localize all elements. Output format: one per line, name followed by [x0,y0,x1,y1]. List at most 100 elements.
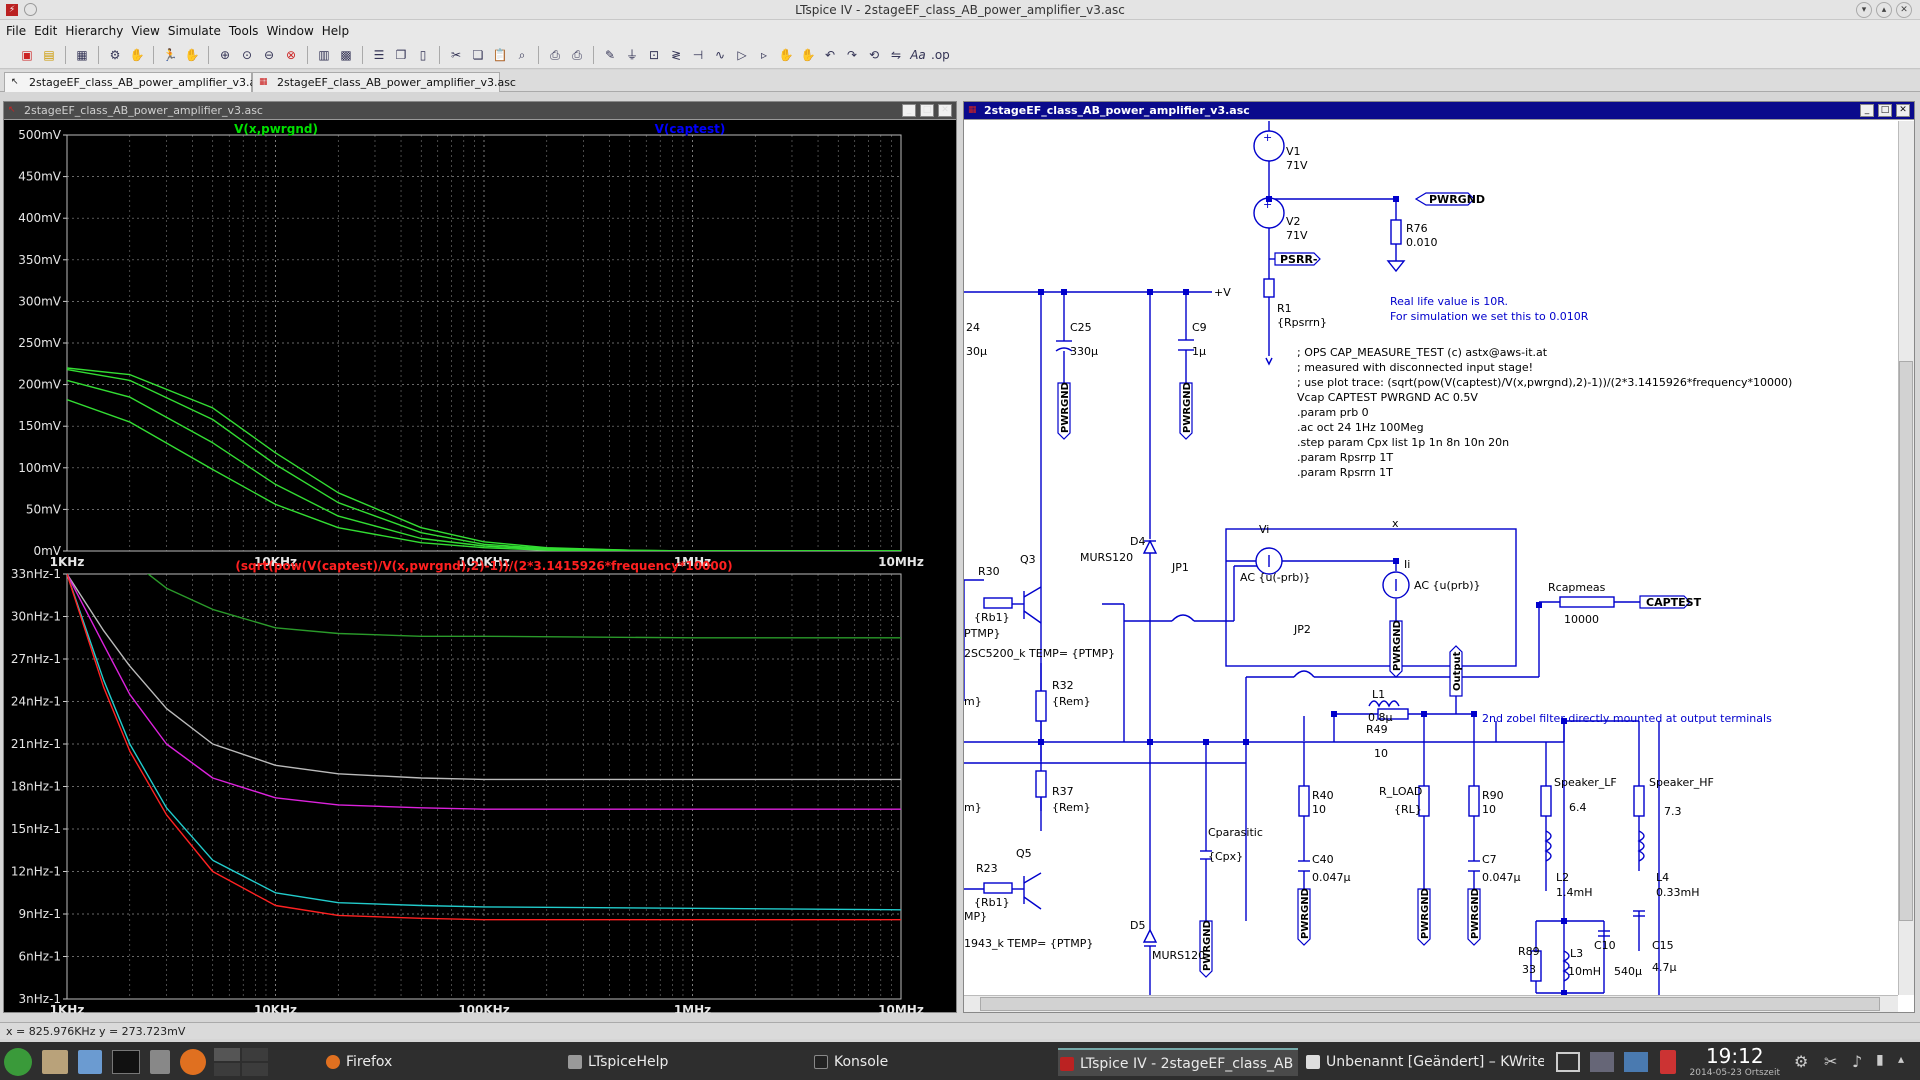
control-panel-icon[interactable]: ⚙ [106,46,124,64]
r76-resistor[interactable] [1390,219,1402,245]
task-kwrite[interactable]: Unbenannt [Geändert] – KWrite [1304,1048,1544,1076]
menu-hierarchy[interactable]: Hierarchy [65,24,123,38]
hand-icon[interactable]: ✋ [128,46,146,64]
menu-edit[interactable]: Edit [34,24,57,38]
display-icon[interactable] [1624,1052,1648,1072]
spice-directive-icon[interactable]: .op [931,46,950,64]
inductor-icon[interactable]: ∿ [711,46,729,64]
tab-schematic[interactable]: ▦ 2stageEF_class_AB_power_amplifier_v3.a… [252,72,516,92]
r40-resistor[interactable] [1298,785,1310,817]
settings-icon[interactable]: ⚙ [1794,1052,1814,1072]
voltage-pane[interactable]: 500mV 450mV 400mV 350mV 300mV 250mV 200mV 150mV… [18,122,924,569]
resistor-icon[interactable]: ≷ [667,46,685,64]
copy-icon[interactable]: ❏ [469,46,487,64]
tray-expand-icon[interactable]: ▴ [1898,1052,1912,1072]
vertical-scrollbar[interactable] [1898,121,1914,995]
menu-tools[interactable]: Tools [229,24,259,38]
rcapmeas-resistor[interactable] [1559,596,1615,608]
documents-icon[interactable] [78,1050,102,1074]
grid-icon[interactable]: ▩ [337,46,355,64]
component-icon[interactable]: ▹ [755,46,773,64]
minimize-icon[interactable]: _ [902,104,916,117]
close-icon[interactable]: ✕ [1896,2,1912,18]
restore-icon[interactable]: □ [1878,104,1892,117]
r1-resistor[interactable] [1263,278,1275,298]
speaker-hf-resistor[interactable] [1633,785,1645,817]
task-firefox[interactable]: Firefox [324,1048,564,1076]
rotate-icon[interactable]: ⟲ [865,46,883,64]
task-konsole[interactable]: Konsole [812,1048,1052,1076]
drag-icon[interactable]: ✋ [799,46,817,64]
diode-icon[interactable]: ▷ [733,46,751,64]
open-icon[interactable]: ▤ [40,46,58,64]
capacitance-pane[interactable]: 33nHz-1 30nHz-1 27nHz-1 24nHz-1 21nHz-1 18nHz… [11,503,924,1013]
schematic-canvas[interactable]: + + PWRGND PSRR- CAPTEST PWRGND PWRGND P… [964,121,1898,996]
ground-icon[interactable]: ⏚ [623,46,641,64]
text-icon[interactable]: Aa [909,46,927,64]
zoom-fit-icon[interactable]: ⊗ [282,46,300,64]
vertical-scroll-thumb[interactable] [1899,361,1913,921]
close-icon[interactable]: ✕ [938,104,952,117]
new-schematic-icon[interactable]: ▣ [18,46,36,64]
print-setup-icon[interactable]: ⎙ [546,46,564,64]
waveform-plot[interactable]: 500mV 450mV 400mV 350mV 300mV 250mV 200mV 150mV… [4,121,956,1013]
redo-icon[interactable]: ↷ [843,46,861,64]
menu-simulate[interactable]: Simulate [168,24,221,38]
clock[interactable]: 19:12 2014-05-23 Ortszeit [1690,1044,1780,1078]
mirror-icon[interactable]: ⇋ [887,46,905,64]
pager-icon[interactable] [214,1048,270,1076]
show-desktop-icon[interactable] [1556,1052,1580,1072]
menu-view[interactable]: View [131,24,159,38]
calculator-icon[interactable] [150,1050,170,1074]
undo-icon[interactable]: ↶ [821,46,839,64]
tile-horizontal-icon[interactable]: ☰ [370,46,388,64]
tab-waveform[interactable]: ↖ 2stageEF_class_AB_power_amplifier_v3.a… [4,72,268,92]
minimize-icon[interactable]: ▾ [1856,2,1872,18]
tools-icon[interactable]: ✂ [1824,1052,1844,1072]
close-icon[interactable]: ✕ [1896,104,1910,117]
waveform-window[interactable]: ↖ 2stageEF_class_AB_power_amplifier_v3.a… [3,101,957,1013]
capacitor-icon[interactable]: ⊣ [689,46,707,64]
halt-icon[interactable]: ✋ [183,46,201,64]
paste-icon[interactable]: 📋 [491,46,509,64]
restore-icon[interactable]: □ [920,104,934,117]
save-icon[interactable]: ▦ [73,46,91,64]
r37-resistor[interactable] [1035,770,1047,798]
menu-file[interactable]: File [6,24,26,38]
r30-resistor[interactable] [983,597,1013,609]
maximize-icon[interactable]: ▴ [1876,2,1892,18]
cascade-icon[interactable]: ❐ [392,46,410,64]
schematic-window[interactable]: ▦ 2stageEF_class_AB_power_amplifier_v3.a… [963,101,1915,1013]
task-ltspice[interactable]: LTspice IV - 2stageEF_class_AB [1058,1048,1298,1076]
update-icon[interactable] [1660,1050,1676,1074]
file-manager-icon[interactable] [42,1050,68,1074]
r90-resistor[interactable] [1468,785,1480,817]
terminal-icon[interactable] [112,1050,140,1074]
firefox-icon[interactable] [180,1049,206,1075]
r32-resistor[interactable] [1035,690,1047,722]
label-net-icon[interactable]: ⊡ [645,46,663,64]
network-icon[interactable] [1590,1052,1614,1072]
speaker-lf-resistor[interactable] [1540,785,1552,817]
zoom-in-icon[interactable]: ⊕ [216,46,234,64]
r23-resistor[interactable] [983,882,1013,894]
battery-icon[interactable]: ▮ [1876,1052,1890,1072]
find-icon[interactable]: ⌕ [513,46,531,64]
volume-icon[interactable]: ♪ [1852,1052,1872,1072]
task-ltspicehelp[interactable]: LTspiceHelp [566,1048,806,1076]
start-menu-icon[interactable] [4,1048,32,1076]
menu-window[interactable]: Window [266,24,313,38]
draw-wire-icon[interactable]: ✎ [601,46,619,64]
horizontal-scrollbar[interactable] [964,995,1898,1012]
pan-icon[interactable]: ⊙ [238,46,256,64]
tile-vertical-icon[interactable]: ▯ [414,46,432,64]
minimize-icon[interactable]: _ [1860,104,1874,117]
autorange-icon[interactable]: ▥ [315,46,333,64]
menu-help[interactable]: Help [322,24,349,38]
print-icon[interactable]: ⎙ [568,46,586,64]
horizontal-scroll-thumb[interactable] [980,997,1880,1011]
cut-icon[interactable]: ✂ [447,46,465,64]
move-icon[interactable]: ✋ [777,46,795,64]
run-icon[interactable]: 🏃 [161,46,179,64]
zoom-out-icon[interactable]: ⊖ [260,46,278,64]
